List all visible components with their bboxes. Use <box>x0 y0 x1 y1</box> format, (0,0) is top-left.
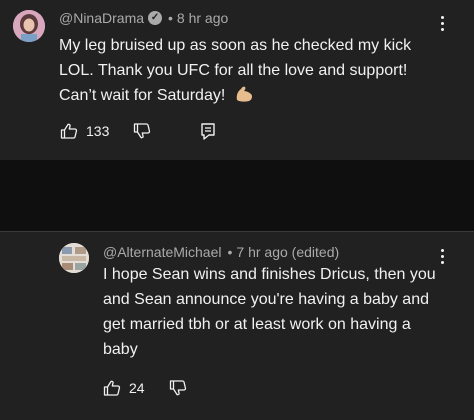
comment-time[interactable]: 7 hr ago (edited) <box>236 244 339 260</box>
avatar[interactable] <box>59 243 89 273</box>
like-button[interactable] <box>60 122 78 140</box>
meta-separator: • <box>168 10 173 26</box>
reply-button[interactable] <box>199 122 217 140</box>
thumbs-up-icon <box>60 123 78 139</box>
like-count: 24 <box>129 380 145 396</box>
thumbs-up-icon <box>103 380 121 396</box>
comment-card: @NinaDrama ✓ • 8 hr ago My leg bruised u… <box>0 0 474 160</box>
meta-separator: • <box>227 244 233 260</box>
flexed-biceps-emoji <box>234 85 254 103</box>
thumbs-down-icon <box>134 123 151 139</box>
thumbs-down-icon <box>169 380 186 396</box>
comment-text: My leg bruised up as soon as he checked … <box>59 33 449 108</box>
reply-icon <box>201 123 216 140</box>
comment-author[interactable]: @NinaDrama <box>59 10 144 26</box>
comment-text-content: I hope Sean wins and finishes Dricus, th… <box>103 266 436 358</box>
like-count: 133 <box>86 123 110 139</box>
like-button[interactable] <box>103 379 121 397</box>
avatar[interactable] <box>13 10 45 42</box>
comment-author[interactable]: @AlternateMichael <box>103 244 222 260</box>
dislike-button[interactable] <box>169 379 187 397</box>
comment-text: I hope Sean wins and finishes Dricus, th… <box>103 262 443 362</box>
comment-actions: 24 <box>103 379 187 397</box>
comment-actions: 133 <box>60 122 217 140</box>
comment-meta: @AlternateMichael • 7 hr ago (edited) <box>103 244 339 260</box>
dislike-button[interactable] <box>133 122 151 140</box>
comment-time[interactable]: 8 hr ago <box>177 10 228 26</box>
more-options-icon[interactable] <box>441 16 447 31</box>
verified-check-icon: ✓ <box>148 11 163 25</box>
comment-meta: @NinaDrama ✓ • 8 hr ago <box>59 10 228 26</box>
